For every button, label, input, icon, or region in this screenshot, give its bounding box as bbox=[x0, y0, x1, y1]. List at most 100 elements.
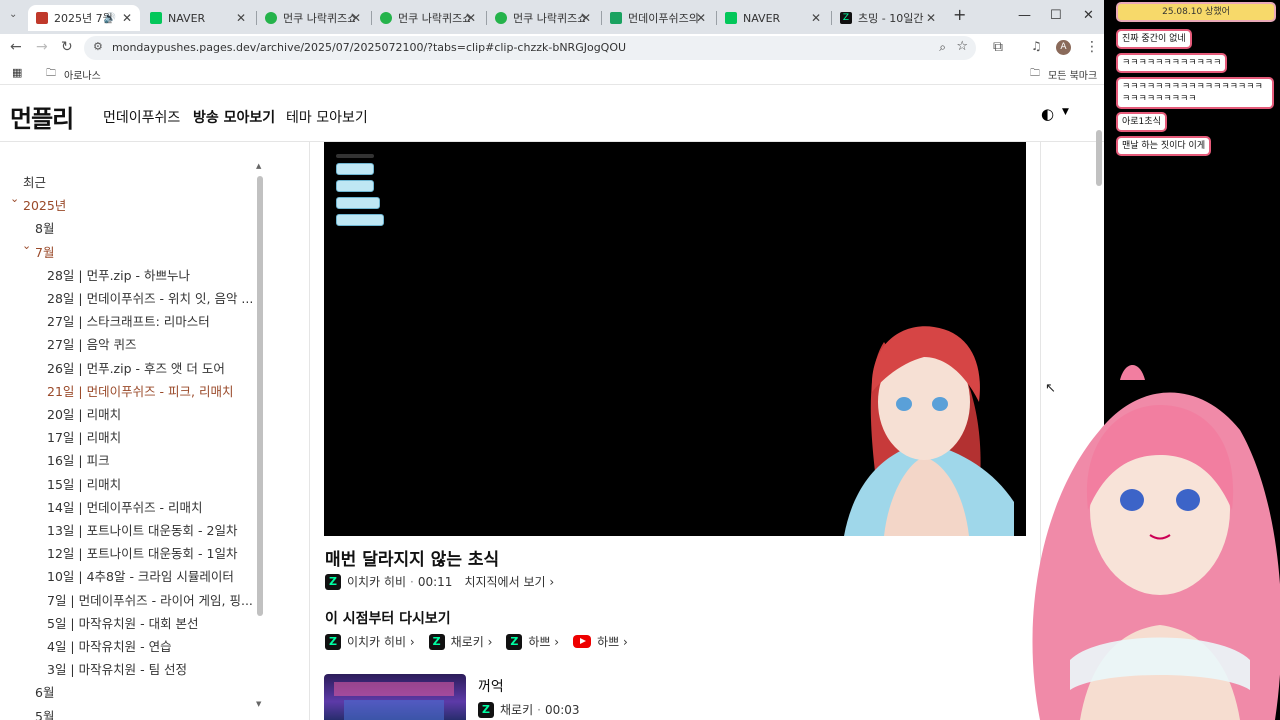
sidebar-item[interactable]: 15일 | 리매치 bbox=[47, 474, 121, 493]
speaker-icon[interactable]: 🔊 bbox=[104, 13, 116, 24]
sidebar-item[interactable]: 21일 | 먼데이푸쉬즈 - 피크, 리매치 bbox=[47, 381, 233, 400]
tab-naver-2[interactable]: NAVER ✕ bbox=[717, 5, 829, 31]
address-bar[interactable]: ⚙ mondaypushes.pages.dev/archive/2025/07… bbox=[84, 36, 976, 60]
naver-favicon-icon bbox=[150, 12, 162, 24]
sidebar-item[interactable]: 13일 | 포트나이트 대운동회 - 2일차 bbox=[47, 520, 237, 539]
site-header: 먼플리 먼데이푸쉬즈 방송 모아보기 테마 모아보기 ◐ ▼ bbox=[0, 85, 1104, 142]
naver-favicon-icon bbox=[725, 12, 737, 24]
sidebar-item[interactable]: ⌄ 2025년 bbox=[10, 192, 67, 214]
sidebar-item-label: 15일 | 리매치 bbox=[47, 476, 122, 492]
rewatch-link-1[interactable]: 이치카 히비 › bbox=[347, 633, 415, 650]
minimize-button[interactable]: — bbox=[1018, 8, 1031, 23]
tab-quiz-1[interactable]: 먼쿠 나락퀴즈쇼 ✕ bbox=[257, 5, 369, 31]
overlay-chat-message: 진짜 중간이 없네 bbox=[1118, 31, 1190, 47]
tab-naver[interactable]: NAVER ✕ bbox=[142, 5, 254, 31]
doc-favicon-icon bbox=[610, 12, 622, 24]
clip-channel[interactable]: 이치카 히비 bbox=[347, 573, 406, 590]
chevron-down-icon[interactable]: ⌄ bbox=[22, 239, 31, 252]
maximize-button[interactable]: ☐ bbox=[1050, 8, 1062, 23]
back-arrow-icon[interactable]: ← bbox=[10, 39, 22, 55]
sidebar-item[interactable]: ⌄ 7월 bbox=[22, 239, 55, 261]
rewatch-link-4[interactable]: 하쁘 › bbox=[597, 633, 628, 650]
sidebar-item[interactable]: 20일 | 리매치 bbox=[47, 404, 121, 423]
tab-chzzk[interactable]: Z 츠밍 - 10일간 ✕ bbox=[832, 5, 944, 31]
sidebar-item[interactable]: 12일 | 포트나이트 대운동회 - 1일차 bbox=[47, 543, 237, 562]
video-player[interactable] bbox=[324, 142, 1026, 536]
all-bookmarks[interactable]: 모든 북마크 bbox=[1048, 67, 1097, 82]
next-clip-channel[interactable]: 채로키 bbox=[500, 701, 533, 718]
menu-kebab-icon[interactable]: ⋮ bbox=[1085, 39, 1099, 55]
close-icon[interactable]: ✕ bbox=[696, 11, 706, 25]
sidebar-item[interactable]: 5월 bbox=[35, 706, 54, 720]
apps-grid-icon[interactable]: ▦ bbox=[12, 66, 22, 79]
sidebar-item[interactable]: 4일 | 마작유치원 - 연습 bbox=[47, 636, 172, 655]
sidebar-item[interactable]: 26일 | 먼푸.zip - 후즈 앳 더 도어 bbox=[47, 358, 225, 377]
tab-mondaypushes[interactable]: 먼데이푸쉬즈의 ✕ bbox=[602, 5, 714, 31]
sidebar-item-label: 7월 bbox=[35, 244, 55, 260]
tab-archive[interactable]: 2025년 7월 🔊 ✕ bbox=[28, 5, 140, 31]
new-tab-button[interactable]: + bbox=[953, 5, 966, 24]
chzzk-icon: Z bbox=[428, 633, 445, 650]
sidebar-item[interactable]: 28일 | 먼푸.zip - 하쁘누나 bbox=[47, 265, 190, 284]
next-clip-thumbnail[interactable] bbox=[324, 674, 466, 720]
tab-quiz-2[interactable]: 먼쿠 나락퀴즈쇼 ✕ bbox=[372, 5, 484, 31]
chevron-down-icon[interactable]: ▼ bbox=[1062, 107, 1069, 117]
forward-arrow-icon[interactable]: → bbox=[36, 39, 48, 55]
sidebar-item-label: 2025년 bbox=[23, 198, 67, 214]
bookmark-star-icon[interactable]: ☆ bbox=[956, 39, 968, 54]
close-icon[interactable]: ✕ bbox=[466, 11, 476, 25]
sidebar-item[interactable]: 27일 | 음악 퀴즈 bbox=[47, 334, 137, 353]
reload-icon[interactable]: ↻ bbox=[61, 39, 73, 55]
sidebar-item-label: 5일 | 마작유치원 - 대회 본선 bbox=[47, 615, 199, 631]
vtuber-avatar-illustration bbox=[844, 326, 1014, 536]
rewatch-link-3[interactable]: 하쁘 › bbox=[528, 633, 559, 650]
quiz-favicon-icon bbox=[265, 12, 277, 24]
extensions-icon[interactable]: ⧉ bbox=[993, 39, 1003, 55]
url-text[interactable]: mondaypushes.pages.dev/archive/2025/07/2… bbox=[112, 41, 626, 54]
nav-mondaypushes[interactable]: 먼데이푸쉬즈 bbox=[103, 107, 180, 127]
close-icon[interactable]: ✕ bbox=[926, 11, 936, 25]
bookmark-folder-arona[interactable]: 아로나스 bbox=[64, 67, 101, 82]
sidebar-item[interactable]: 10일 | 4추8알 - 크라임 시뮬레이터 bbox=[47, 566, 234, 585]
sidebar-item[interactable]: 16일 | 피크 bbox=[47, 450, 110, 469]
sidebar-item-label: 28일 | 먼데이푸쉬즈 - 위치 잇, 음악 ... bbox=[47, 291, 254, 306]
browser-window: ⌄ 2025년 7월 🔊 ✕ NAVER ✕ 먼쿠 나락퀴즈쇼 ✕ 먼쿠 나락퀴… bbox=[0, 0, 1104, 720]
sidebar-item[interactable]: 17일 | 리매치 bbox=[47, 427, 121, 446]
theme-toggle-icon[interactable]: ◐ bbox=[1041, 105, 1054, 123]
profile-avatar[interactable]: A bbox=[1056, 40, 1071, 55]
chzzk-icon: Z bbox=[506, 633, 523, 650]
sidebar-item[interactable]: 8월 bbox=[35, 218, 54, 237]
nav-themes[interactable]: 테마 모아보기 bbox=[286, 107, 368, 127]
sidebar-item[interactable]: 28일 | 먼데이푸쉬즈 - 위치 잇, 음악 ... bbox=[47, 288, 253, 307]
sidebar-item[interactable]: 27일 | 스타크래프트: 리마스터 bbox=[47, 311, 210, 330]
window-close-button[interactable]: ✕ bbox=[1083, 8, 1094, 23]
sidebar-item[interactable]: 3일 | 마작유치원 - 팀 선정 bbox=[47, 659, 187, 678]
zoom-icon[interactable]: ⌕ bbox=[939, 40, 946, 55]
close-icon[interactable]: ✕ bbox=[236, 11, 246, 25]
sidebar-item[interactable]: 14일 | 먼데이푸쉬즈 - 리매치 bbox=[47, 497, 203, 516]
chevron-down-icon[interactable]: ⌄ bbox=[10, 192, 19, 205]
close-icon[interactable]: ✕ bbox=[122, 11, 132, 25]
site-logo[interactable]: 먼플리 bbox=[10, 99, 74, 134]
page-scrollbar[interactable] bbox=[1096, 130, 1102, 186]
rewatch-links: Z 이치카 히비 › Z 채로키 › Z 하쁘 › 하쁘 › bbox=[325, 633, 628, 650]
tab-search-icon[interactable]: ⌄ bbox=[9, 9, 17, 20]
watch-on-chzzk-link[interactable]: 치지직에서 보기 › bbox=[464, 573, 554, 590]
next-clip-title[interactable]: 꺼억 bbox=[478, 676, 504, 696]
nav-broadcasts[interactable]: 방송 모아보기 bbox=[193, 107, 275, 127]
folder-icon: 🗀 bbox=[1030, 68, 1040, 79]
media-controls-icon[interactable]: ♫ bbox=[1031, 39, 1042, 53]
close-icon[interactable]: ✕ bbox=[351, 11, 361, 25]
sidebar-item[interactable]: 6월 bbox=[35, 682, 54, 701]
sidebar-item[interactable]: 7일 | 먼데이푸쉬즈 - 라이어 게임, 핑... bbox=[47, 590, 253, 609]
sidebar-scroll-thumb[interactable] bbox=[257, 176, 263, 616]
sidebar-item-label: 14일 | 먼데이푸쉬즈 - 리매치 bbox=[47, 499, 203, 515]
sidebar-item[interactable]: 5일 | 마작유치원 - 대회 본선 bbox=[47, 613, 199, 632]
sidebar-item-label: 21일 | 먼데이푸쉬즈 - 피크, 리매치 bbox=[47, 383, 234, 399]
site-info-icon[interactable]: ⚙ bbox=[93, 40, 103, 53]
close-icon[interactable]: ✕ bbox=[581, 11, 591, 25]
sidebar-item[interactable]: 최근 bbox=[23, 172, 46, 191]
close-icon[interactable]: ✕ bbox=[811, 11, 821, 25]
rewatch-link-2[interactable]: 채로키 › bbox=[451, 633, 493, 650]
tab-quiz-3[interactable]: 먼쿠 나락퀴즈쇼 ✕ bbox=[487, 5, 599, 31]
